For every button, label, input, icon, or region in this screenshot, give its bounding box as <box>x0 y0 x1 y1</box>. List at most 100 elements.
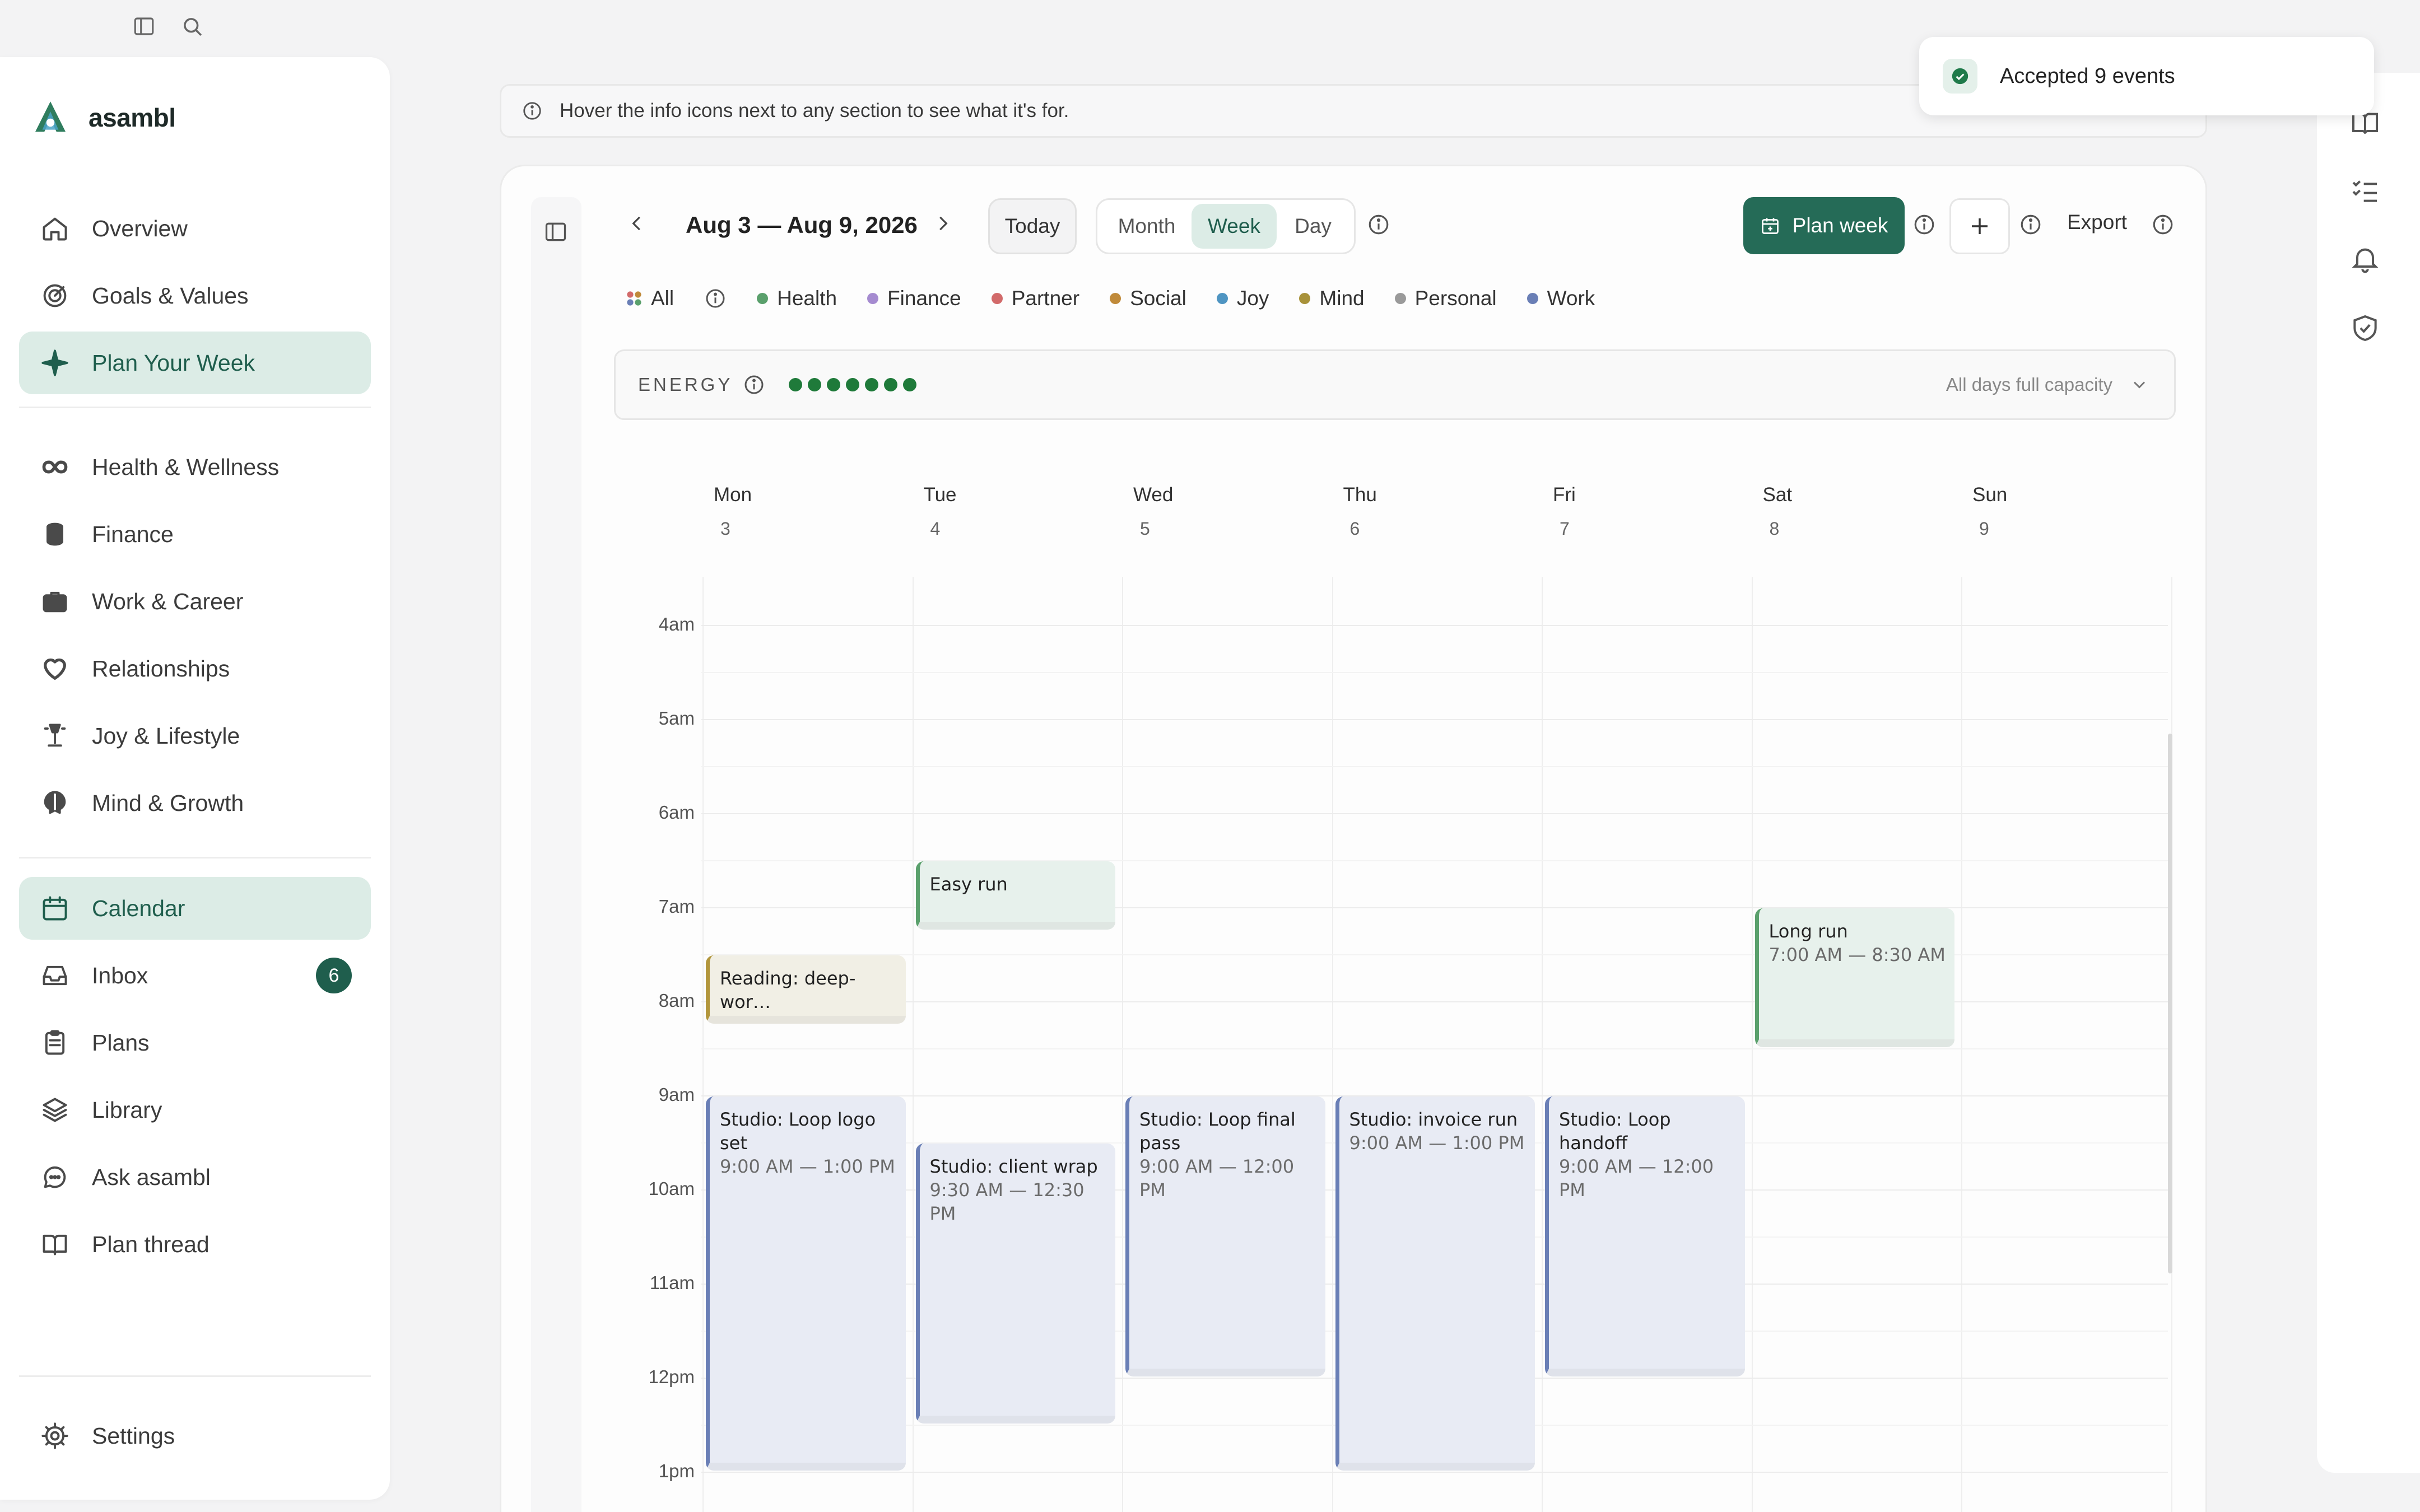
filter-chip-finance[interactable]: Finance <box>867 287 961 310</box>
grid-row-line <box>701 1048 2168 1049</box>
hour-label: 11am <box>649 1272 695 1293</box>
sidebar-item-library[interactable]: Library <box>19 1079 371 1141</box>
sidebar-item-plan-thread[interactable]: Plan thread <box>19 1213 371 1276</box>
filter-chip-all[interactable]: All <box>626 287 674 310</box>
sidebar-item-work-career[interactable]: Work & Career <box>19 570 371 633</box>
calendar-event[interactable]: Reading: deep-wor… <box>706 955 906 1024</box>
plan-week-label: Plan week <box>1792 214 1888 237</box>
filter-chip-partner[interactable]: Partner <box>991 287 1079 310</box>
calendar-event[interactable]: Studio: Loop logo set 9:00 AM — 1:00 PM <box>706 1096 906 1471</box>
sidebar-item-inbox[interactable]: Inbox 6 <box>19 944 371 1007</box>
sidebar-item-health-wellness[interactable]: Health & Wellness <box>19 436 371 498</box>
inbox-icon <box>39 960 71 991</box>
right-rail <box>2317 73 2420 1473</box>
day-header-sun[interactable]: Sun 9 <box>1972 484 2084 539</box>
view-info-icon[interactable] <box>1367 213 1390 236</box>
energy-dot <box>808 378 822 391</box>
brand[interactable]: asambl <box>30 97 176 138</box>
window-toolbar <box>132 15 204 38</box>
calendar-event[interactable]: Studio: Loop handoff 9:00 AM — 12:00 PM <box>1545 1096 1745 1376</box>
calendar-event[interactable]: Long run 7:00 AM — 8:30 AM <box>1755 908 1954 1047</box>
filter-chip-joy[interactable]: Joy <box>1216 287 1269 310</box>
hour-label: 7am <box>658 896 695 917</box>
plan-week-button[interactable]: Plan week <box>1743 197 1905 254</box>
sidebar-item-mind-growth[interactable]: Mind & Growth <box>19 772 371 834</box>
day-header-thu[interactable]: Thu 6 <box>1343 484 1455 539</box>
add-info-icon[interactable] <box>2019 213 2042 236</box>
calendar-event[interactable]: Studio: invoice run 9:00 AM — 1:00 PM <box>1335 1096 1535 1471</box>
sidebar-item-relationships[interactable]: Relationships <box>19 637 371 700</box>
filter-chip-personal[interactable]: Personal <box>1394 287 1497 310</box>
export-info-icon[interactable] <box>2151 213 2175 236</box>
filter-chip-work[interactable]: Work <box>1527 287 1595 310</box>
hour-label: 9am <box>658 1084 695 1105</box>
day-date: 7 <box>1560 519 1570 539</box>
energy-bar[interactable]: ENERGY All days full capacity <box>614 349 2176 420</box>
day-header-sat[interactable]: Sat 8 <box>1763 484 1875 539</box>
energy-info-icon[interactable] <box>743 374 765 396</box>
bell-icon[interactable] <box>2349 243 2381 274</box>
filter-chip-social[interactable]: Social <box>1110 287 1186 310</box>
calendar-event[interactable]: Studio: client wrap 9:30 AM — 12:30 PM <box>915 1144 1115 1424</box>
sidebar-item-overview[interactable]: Overview <box>19 197 371 260</box>
panel-toggle-icon[interactable] <box>543 220 568 244</box>
search-icon[interactable] <box>180 15 204 38</box>
filter-label: Finance <box>887 287 961 310</box>
category-dot <box>757 293 769 304</box>
view-week-tab[interactable]: Week <box>1192 204 1277 249</box>
add-event-button[interactable] <box>1949 198 2010 254</box>
sidebar-item-goals-values[interactable]: Goals & Values <box>19 264 371 327</box>
filter-label: Mind <box>1319 287 1365 310</box>
calendar-event[interactable]: Studio: Loop final pass 9:00 AM — 12:00 P… <box>1125 1096 1325 1376</box>
day-header-tue[interactable]: Tue 4 <box>924 484 1036 539</box>
sidebar-item-plan-your-week[interactable]: Plan Your Week <box>19 332 371 394</box>
filter-chip-mind[interactable]: Mind <box>1299 287 1365 310</box>
sidebar-toggle-icon[interactable] <box>132 15 156 38</box>
export-button[interactable]: Export <box>2067 211 2127 234</box>
sidebar-item-plans[interactable]: Plans <box>19 1011 371 1074</box>
day-header-fri[interactable]: Fri 7 <box>1553 484 1665 539</box>
energy-dot <box>846 378 860 391</box>
info-icon[interactable] <box>522 100 543 122</box>
sidebar-item-label: Inbox <box>92 962 148 988</box>
today-button[interactable]: Today <box>988 198 1077 254</box>
grid-column-line <box>1542 577 1543 1512</box>
hour-label: 5am <box>658 708 695 729</box>
energy-capacity-select[interactable]: All days full capacity <box>1946 374 2112 395</box>
calendar-icon <box>39 893 71 924</box>
date-range-label: Aug 3 — Aug 9, 2026 <box>686 212 918 238</box>
calendar-event[interactable]: Easy run <box>915 861 1115 930</box>
sidebar-item-calendar[interactable]: Calendar <box>19 877 371 940</box>
event-title: Reading: deep-wor… <box>720 968 856 1012</box>
category-dot <box>1299 293 1311 304</box>
sidebar-item-joy-lifestyle[interactable]: Joy & Lifestyle <box>19 704 371 767</box>
next-week-icon[interactable] <box>932 213 953 234</box>
plan-week-info-icon[interactable] <box>1912 213 1936 236</box>
prev-week-icon[interactable] <box>626 213 648 234</box>
grid-scrollbar[interactable] <box>2168 734 2172 1273</box>
view-day-tab[interactable]: Day <box>1277 204 1349 249</box>
lamp-icon <box>39 720 71 752</box>
filter-info-icon[interactable] <box>704 287 727 310</box>
day-name: Fri <box>1553 484 1576 506</box>
day-name: Sun <box>1972 484 2008 506</box>
energy-label: ENERGY <box>638 374 733 395</box>
grid-row-line <box>701 719 2168 720</box>
shield-check-icon[interactable] <box>2349 312 2381 344</box>
day-date: 3 <box>720 519 730 539</box>
view-month-tab[interactable]: Month <box>1102 204 1192 249</box>
energy-dot <box>884 378 898 391</box>
filter-chip-health[interactable]: Health <box>757 287 837 310</box>
chevron-down-icon[interactable] <box>2129 375 2149 395</box>
day-header-wed[interactable]: Wed 5 <box>1133 484 1245 539</box>
energy-dot <box>865 378 879 391</box>
day-header-mon[interactable]: Mon 3 <box>714 484 826 539</box>
toast-text: Accepted 9 events <box>2000 64 2175 88</box>
settings-label: Settings <box>92 1422 175 1449</box>
sidebar-item-ask-asambl[interactable]: Ask asambl <box>19 1146 371 1208</box>
event-title: Studio: Loop final pass <box>1139 1109 1296 1154</box>
sidebar-item-finance[interactable]: Finance <box>19 503 371 566</box>
checklist-icon[interactable] <box>2349 175 2381 206</box>
settings-button[interactable]: Settings <box>19 1404 371 1467</box>
event-time: 9:00 AM — 12:00 PM <box>1139 1156 1295 1201</box>
